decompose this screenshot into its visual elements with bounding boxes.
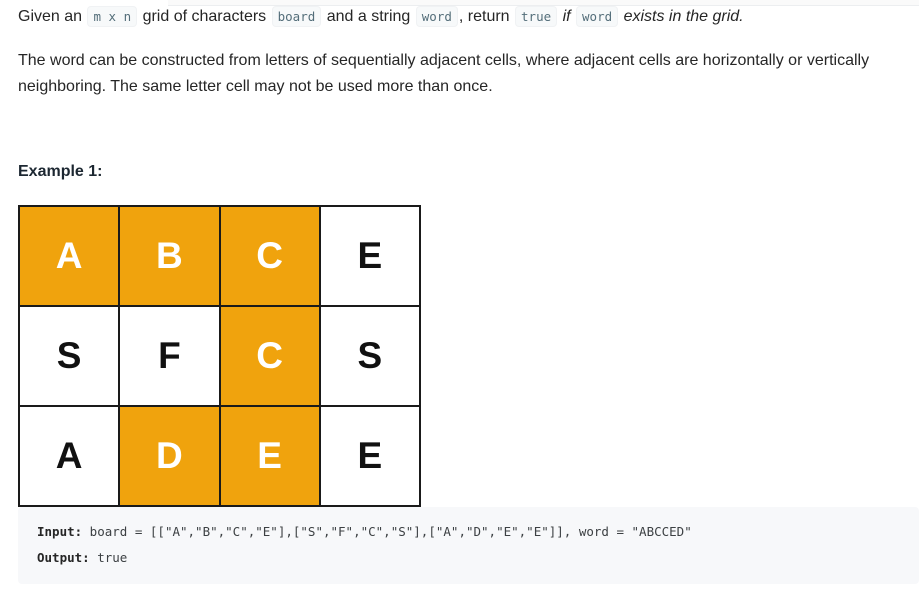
output-value: true [89,550,128,565]
board-cell-r2-c3: E [320,407,419,505]
inline-code-true: true [515,6,558,27]
board-cell-r0-c2: C [220,207,319,305]
board-cell-r1-c0: S [20,307,119,405]
board-cell-r1-c2: C [220,307,319,405]
input-value: board = [["A","B","C","E"],["S","F","C",… [82,524,692,539]
board-cell-r1-c3: S [320,307,419,405]
intro-text: and a string [322,8,415,25]
intro-text: Given an [18,8,87,25]
output-label: Output: [37,550,90,565]
problem-constraints-paragraph: The word can be constructed from letters… [18,52,870,95]
board-cell-r2-c1: D [120,407,219,505]
problem-intro: Given an m x n grid of characters board … [18,5,918,29]
board-cell-r0-c0: A [20,207,119,305]
inline-code-board: board [271,6,322,27]
input-label: Input: [37,524,83,539]
intro-text-italic: if [558,8,576,25]
input-line: Input: board = [["A","B","C","E"],["S","… [37,524,692,539]
output-line: Output: true [37,550,127,565]
board-cell-r2-c0: A [20,407,119,505]
inline-code-dimensions: m x n [87,6,138,27]
board-cell-r0-c1: B [120,207,219,305]
board-cell-r2-c2: E [220,407,319,505]
inline-code-word: word [576,6,619,27]
board-cell-r1-c1: F [120,307,219,405]
intro-text: grid of characters [138,8,271,25]
example-io-box: Input: board = [["A","B","C","E"],["S","… [18,507,919,584]
intro-text: , return [458,8,515,25]
intro-text-italic: exists in the grid. [619,8,744,25]
board-cell-r0-c3: E [320,207,419,305]
board-grid: ABCESFCSADEE [18,205,421,507]
example-heading: Example 1: [18,163,103,180]
inline-code-word: word [415,6,458,27]
